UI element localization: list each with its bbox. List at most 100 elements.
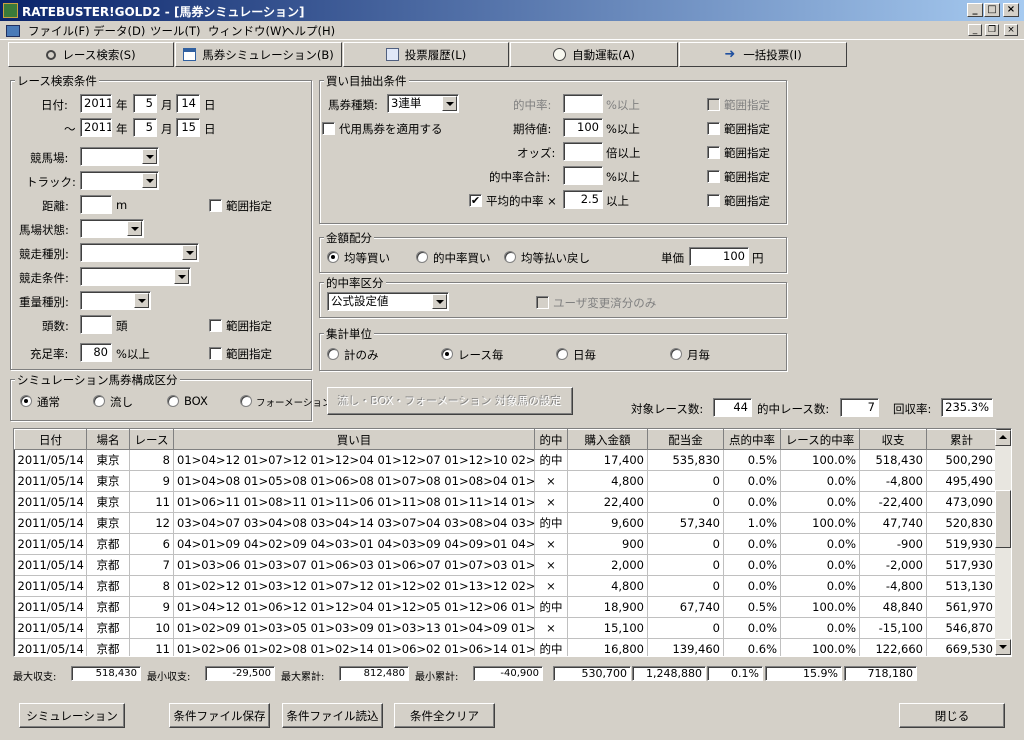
heads-range-checkbox[interactable] [209,319,222,332]
equal-payout-radio[interactable] [504,251,516,263]
col-bets[interactable]: 買い目 [173,429,535,450]
condition-select[interactable] [80,219,144,238]
scroll-thumb[interactable] [995,490,1011,548]
bet-type-select[interactable]: 3連単 [387,94,459,113]
weight-select[interactable] [80,291,151,310]
minimize-button[interactable]: _ [967,3,983,17]
menu-window[interactable]: ウィンドウ(W) [208,23,286,39]
table-row[interactable]: 2011/05/14 東京 8 01>04>12 01>07>12 01>12>04 … [14,449,997,471]
cell-purchase: 15,100 [567,617,648,639]
substitute-checkbox[interactable] [322,122,335,135]
table-row[interactable]: 2011/05/14 京都 11 01>02>06 01>02>08 01>02>14… [14,638,997,656]
chevron-down-icon [432,294,447,309]
cell-point-hit: 0.6% [723,638,781,656]
maximize-button[interactable]: □ [984,3,1000,17]
tab-auto-run[interactable]: 自動運転(A) [510,42,678,67]
course-select[interactable] [80,147,159,166]
hit-rate-range-checkbox[interactable] [707,98,720,111]
equal-buy-radio[interactable] [327,251,339,263]
track-select[interactable] [80,171,159,190]
col-date[interactable]: 日付 [14,429,87,450]
col-venue[interactable]: 場名 [86,429,130,450]
save-conditions-button[interactable]: 条件ファイル保存 [169,703,270,728]
cell-bets: 03>04>07 03>04>08 03>04>14 03>07>04 03>0… [173,512,535,534]
table-row[interactable]: 2011/05/14 京都 9 01>04>12 01>06>12 01>12>04 … [14,596,997,618]
total-only-radio[interactable] [327,348,339,360]
close-button[interactable]: 閉じる [899,703,1005,728]
heads-input[interactable] [80,315,112,334]
tab-race-search[interactable]: レース検索(S) [8,42,174,67]
close-window-button[interactable]: × [1003,3,1019,17]
col-race[interactable]: レース [129,429,174,450]
tab-vote-history[interactable]: 投票履歴(L) [343,42,509,67]
to-day-input[interactable]: 15 [176,118,200,137]
cell-payout: 0 [647,470,724,492]
table-row[interactable]: 2011/05/14 東京 11 01>06>11 01>08>11 01>11>06… [14,491,997,513]
hit-rate-buy-radio[interactable] [416,251,428,263]
from-month-input[interactable]: 5 [133,94,157,113]
avg-hit-range-checkbox[interactable] [707,194,720,207]
chevron-down-icon [174,269,189,284]
per-month-radio[interactable] [670,348,682,360]
simulate-button[interactable]: シミュレーション [19,703,125,728]
table-row[interactable]: 2011/05/14 京都 8 01>02>12 01>03>12 01>07>12 … [14,575,997,597]
col-point-hit[interactable]: 点的中率 [723,429,781,450]
scroll-down-icon[interactable] [995,639,1011,655]
race-type-select[interactable] [80,243,199,262]
grid-scrollbar[interactable] [995,430,1011,655]
box-radio[interactable] [167,395,179,407]
menu-file[interactable]: ファイル(F) [28,23,90,39]
per-race-radio[interactable] [441,348,453,360]
fill-input[interactable]: 80 [80,343,112,362]
distance-input[interactable] [80,195,112,214]
normal-radio[interactable] [20,395,32,407]
odds-input[interactable] [563,142,603,161]
tab-bet-simulation[interactable]: 馬券シミュレーション(B) [175,42,342,67]
mdi-restore-button[interactable]: ❐ [985,24,999,36]
expect-range-checkbox[interactable] [707,122,720,135]
menu-tools[interactable]: ツール(T) [150,23,201,39]
from-day-input[interactable]: 14 [176,94,200,113]
col-cumulative[interactable]: 累計 [926,429,997,450]
table-row[interactable]: 2011/05/14 京都 6 04>01>09 04>02>09 04>03>01 … [14,533,997,555]
avg-hit-checkbox[interactable]: ✔ [469,194,482,207]
clear-conditions-button[interactable]: 条件全クリア [394,703,495,728]
menu-help[interactable]: ヘルプ(H) [283,23,335,39]
hit-total-range-label: 範囲指定 [724,170,770,184]
mdi-minimize-button[interactable]: _ [968,24,982,36]
table-row[interactable]: 2011/05/14 東京 9 01>04>08 01>05>08 01>06>08 … [14,470,997,492]
to-month-input[interactable]: 5 [133,118,157,137]
distance-range-checkbox[interactable] [209,199,222,212]
col-payout[interactable]: 配当金 [647,429,724,450]
expect-input[interactable]: 100 [563,118,603,137]
mdi-close-button[interactable]: × [1004,24,1018,36]
unit-price-input[interactable]: 100 [689,247,749,266]
col-hit[interactable]: 的中 [534,429,568,450]
menu-data[interactable]: データ(D) [93,23,145,39]
to-year-input[interactable]: 2011 [80,118,112,137]
per-day-radio[interactable] [556,348,568,360]
hit-rate-input[interactable] [563,94,603,113]
table-row[interactable]: 2011/05/14 京都 10 01>02>09 01>03>05 01>03>09… [14,617,997,639]
results-grid[interactable]: 日付 場名 レース 買い目 的中 購入金額 配当金 点的中率 レース的中率 収支… [13,428,1012,657]
from-year-input[interactable]: 2011 [80,94,112,113]
tab-bulk-vote[interactable]: ➜ 一括投票(I) [679,42,847,67]
hit-total-range-checkbox[interactable] [707,170,720,183]
load-conditions-button[interactable]: 条件ファイル読込 [282,703,383,728]
col-race-hit[interactable]: レース的中率 [780,429,860,450]
formation-radio[interactable] [240,395,252,407]
hit-class-select[interactable]: 公式設定値 [327,292,449,311]
race-cond-select[interactable] [80,267,191,286]
set-target-button[interactable]: 流し・BOX・フォーメーション 対象馬の設定 [327,387,573,415]
table-row[interactable]: 2011/05/14 東京 12 03>04>07 03>04>08 03>04>14… [14,512,997,534]
col-profit[interactable]: 収支 [859,429,927,450]
table-row[interactable]: 2011/05/14 京都 7 01>03>06 01>03>07 01>06>03 … [14,554,997,576]
hit-total-input[interactable] [563,166,603,185]
col-purchase[interactable]: 購入金額 [567,429,648,450]
fill-range-checkbox[interactable] [209,347,222,360]
scroll-up-icon[interactable] [995,430,1011,446]
odds-range-checkbox[interactable] [707,146,720,159]
avg-hit-input[interactable]: 2.5 [563,190,603,209]
user-only-checkbox[interactable] [536,296,549,309]
nagashi-radio[interactable] [93,395,105,407]
